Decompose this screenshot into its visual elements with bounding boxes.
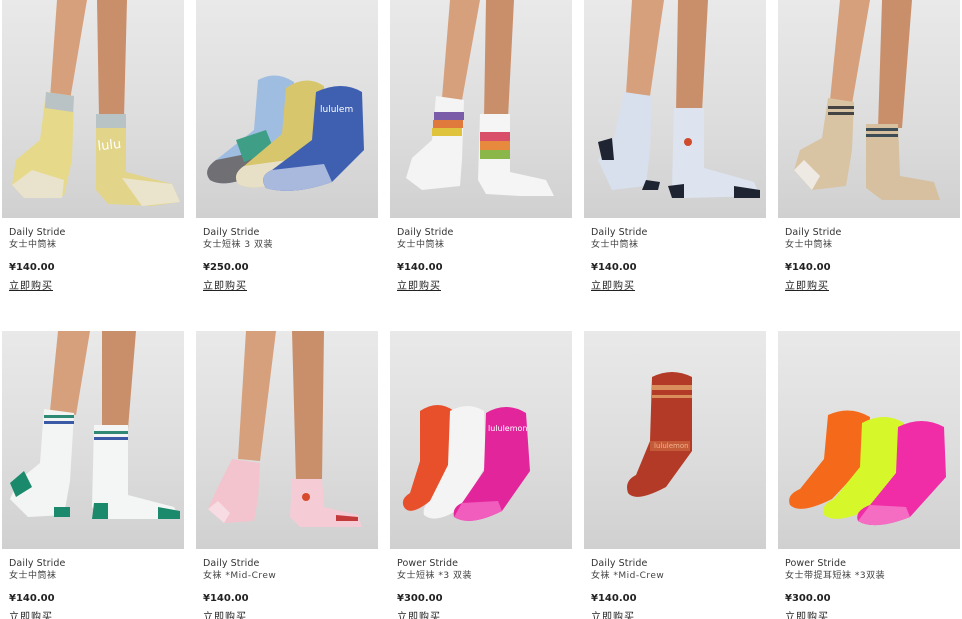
- buy-now-link[interactable]: 立即购买: [203, 280, 247, 293]
- product-price: ¥300.00: [397, 593, 443, 604]
- sock-photo[interactable]: [390, 0, 572, 218]
- product-card[interactable]: lulu Daily Stride 女士中筒袜 ¥140.00 立即购买: [2, 0, 184, 293]
- product-card[interactable]: lululemon Power Stride 女士短袜 *3 双装 ¥300.0…: [390, 331, 572, 619]
- product-card[interactable]: lululemon Daily Stride 女袜 *Mid-Crew ¥140…: [584, 331, 766, 619]
- sock-photo[interactable]: [778, 331, 960, 549]
- svg-text:lululem: lululem: [320, 105, 353, 115]
- buy-now-link[interactable]: 立即购买: [397, 280, 441, 293]
- product-card[interactable]: Power Stride 女士带提耳短袜 *3双装 ¥300.00 立即购买: [778, 331, 960, 619]
- product-collection: Daily Stride: [9, 558, 66, 569]
- product-collection: Daily Stride: [591, 227, 648, 238]
- sock-photo[interactable]: lululemon: [584, 331, 766, 549]
- buy-now-link[interactable]: 立即购买: [591, 280, 635, 293]
- buy-now-link[interactable]: 立即购买: [203, 611, 247, 619]
- product-name[interactable]: 女袜 *Mid-Crew: [591, 570, 766, 583]
- product-collection: Daily Stride: [397, 227, 454, 238]
- buy-now-link[interactable]: 立即购买: [591, 611, 635, 619]
- product-collection: Daily Stride: [9, 227, 66, 238]
- product-price: ¥140.00: [9, 262, 55, 273]
- buy-now-link[interactable]: 立即购买: [9, 611, 53, 619]
- sock-photo[interactable]: lululem: [196, 0, 378, 218]
- product-collection: Power Stride: [397, 558, 459, 569]
- buy-now-link[interactable]: 立即购买: [397, 611, 441, 619]
- product-name[interactable]: 女士中筒袜: [9, 570, 184, 583]
- svg-text:lulu: lulu: [97, 137, 122, 154]
- buy-now-link[interactable]: 立即购买: [785, 611, 829, 619]
- product-name[interactable]: 女士带提耳短袜 *3双装: [785, 570, 960, 583]
- product-price: ¥300.00: [785, 593, 831, 604]
- product-price: ¥140.00: [591, 262, 637, 273]
- sock-photo[interactable]: [584, 0, 766, 218]
- product-card[interactable]: Daily Stride 女士中筒袜 ¥140.00 立即购买: [390, 0, 572, 293]
- sock-photo[interactable]: lululemon: [390, 331, 572, 549]
- svg-text:lululemon: lululemon: [654, 442, 689, 450]
- product-name[interactable]: 女士短袜 3 双装: [203, 239, 378, 252]
- product-name[interactable]: 女士中筒袜: [591, 239, 766, 252]
- product-card[interactable]: Daily Stride 女袜 *Mid-Crew ¥140.00 立即购买: [196, 331, 378, 619]
- sock-photo[interactable]: [2, 331, 184, 549]
- product-price: ¥140.00: [397, 262, 443, 273]
- product-name[interactable]: 女士中筒袜: [785, 239, 960, 252]
- sock-photo[interactable]: [196, 331, 378, 549]
- product-collection: Power Stride: [785, 558, 847, 569]
- product-name[interactable]: 女士短袜 *3 双装: [397, 570, 572, 583]
- product-price: ¥250.00: [203, 262, 249, 273]
- sock-photo[interactable]: lulu: [2, 0, 184, 218]
- product-price: ¥140.00: [203, 593, 249, 604]
- product-collection: Daily Stride: [203, 558, 260, 569]
- product-price: ¥140.00: [591, 593, 637, 604]
- product-name[interactable]: 女士中筒袜: [397, 239, 572, 252]
- sock-photo[interactable]: [778, 0, 960, 218]
- product-price: ¥140.00: [9, 593, 55, 604]
- product-card[interactable]: Daily Stride 女士中筒袜 ¥140.00 立即购买: [778, 0, 960, 293]
- product-grid: lulu Daily Stride 女士中筒袜 ¥140.00 立即购买 lul…: [0, 0, 962, 619]
- product-card[interactable]: Daily Stride 女士中筒袜 ¥140.00 立即购买: [584, 0, 766, 293]
- product-card[interactable]: lululem Daily Stride 女士短袜 3 双装 ¥250.00 立…: [196, 0, 378, 293]
- svg-text:lululemon: lululemon: [488, 424, 528, 433]
- product-name[interactable]: 女士中筒袜: [9, 239, 184, 252]
- buy-now-link[interactable]: 立即购买: [785, 280, 829, 293]
- product-name[interactable]: 女袜 *Mid-Crew: [203, 570, 378, 583]
- product-price: ¥140.00: [785, 262, 831, 273]
- product-collection: Daily Stride: [591, 558, 648, 569]
- product-collection: Daily Stride: [203, 227, 260, 238]
- product-collection: Daily Stride: [785, 227, 842, 238]
- buy-now-link[interactable]: 立即购买: [9, 280, 53, 293]
- product-card[interactable]: Daily Stride 女士中筒袜 ¥140.00 立即购买: [2, 331, 184, 619]
